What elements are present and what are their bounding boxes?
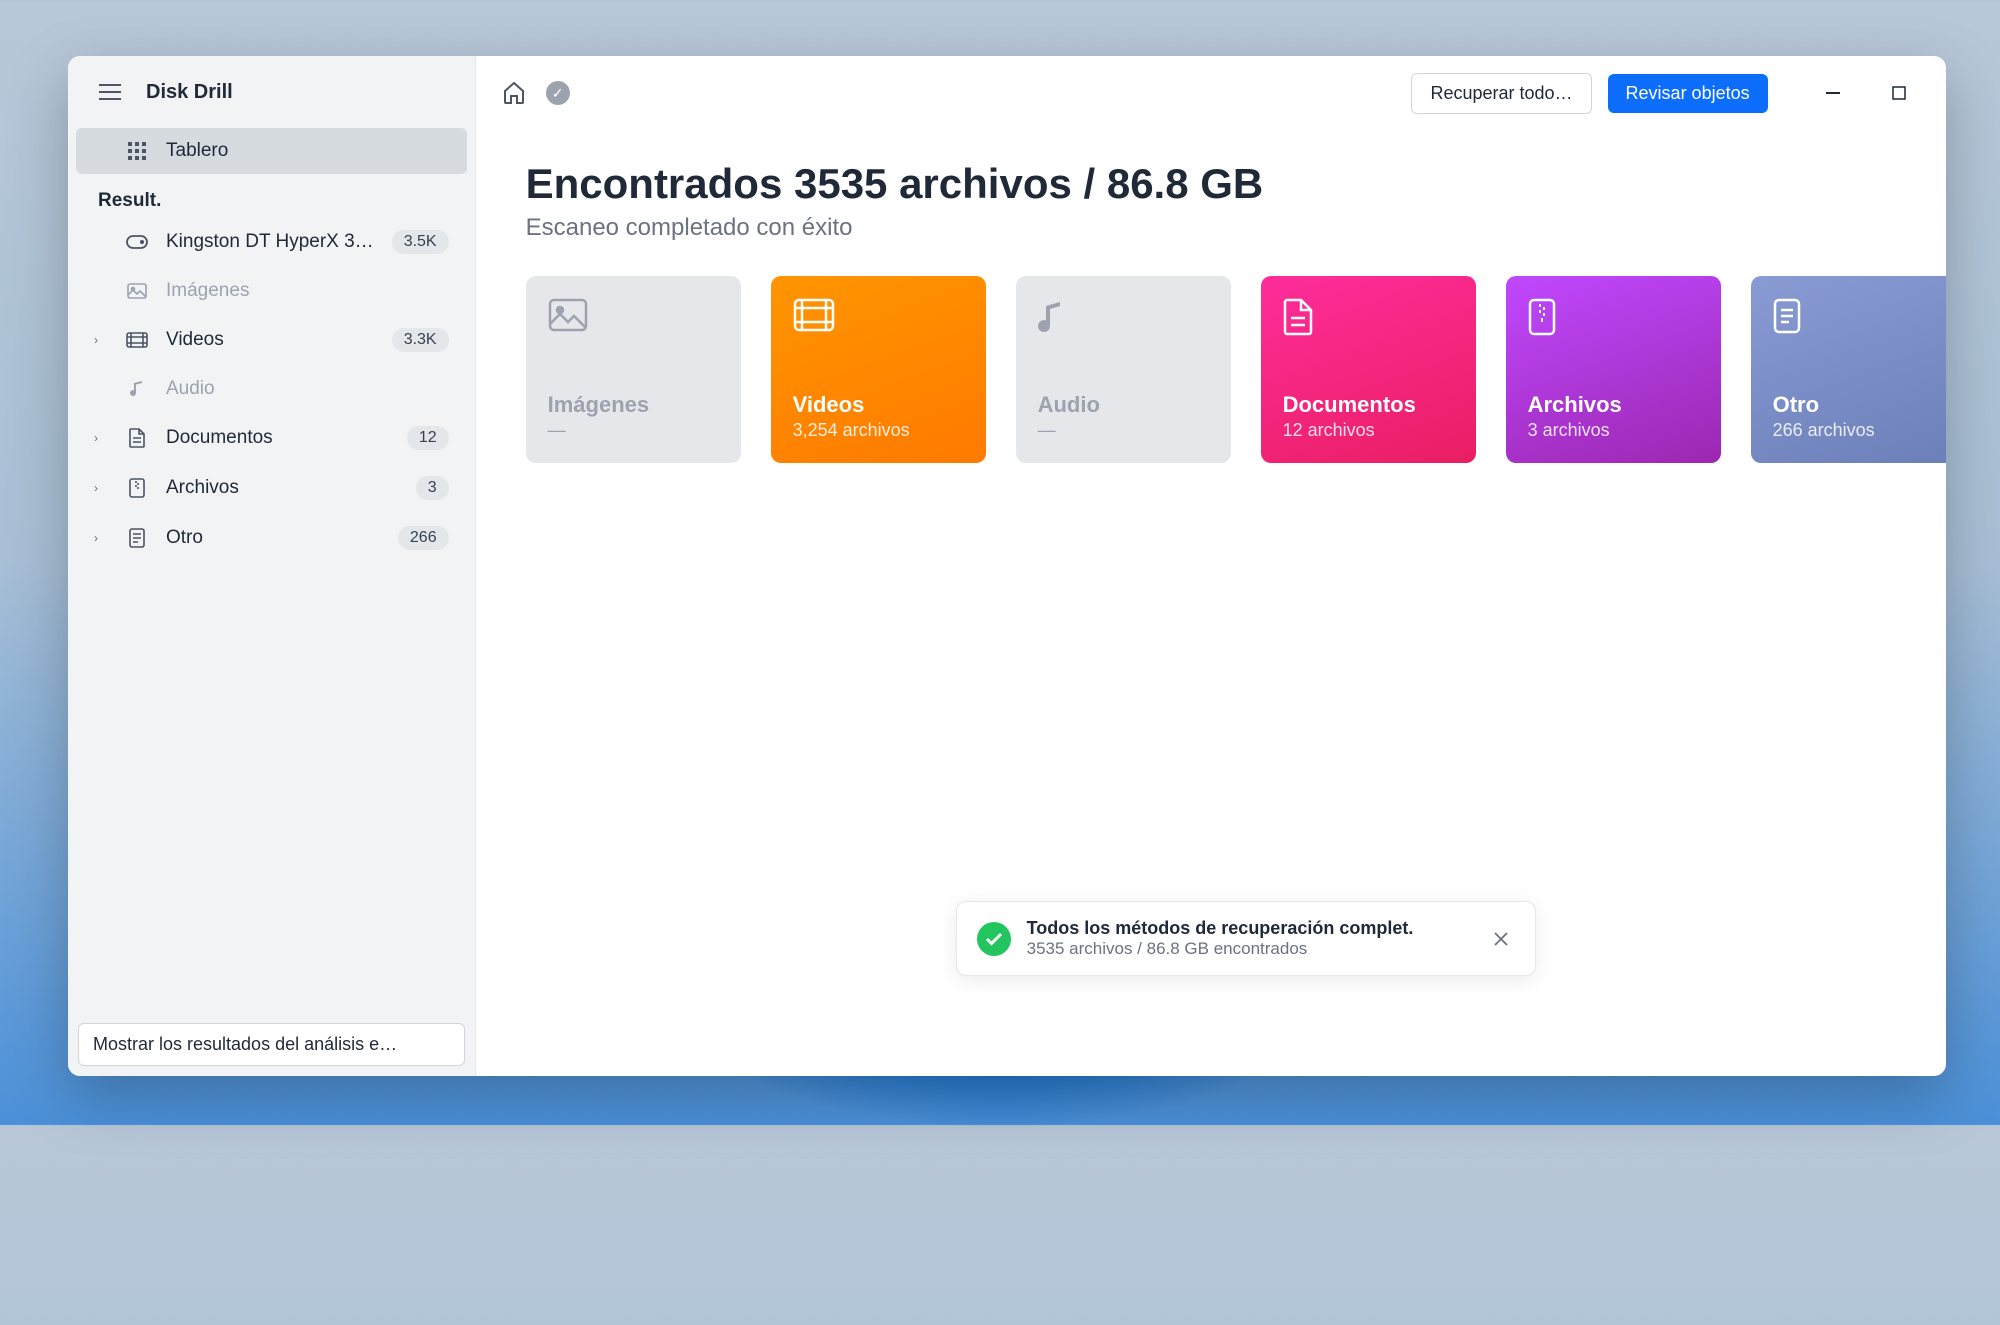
window-controls — [1804, 72, 1946, 114]
sidebar-item-documentos[interactable]: › Documentos 12 — [76, 414, 467, 462]
sidebar-section-label: Result. — [76, 176, 467, 218]
sidebar-item-count: 3.3K — [392, 328, 449, 352]
sidebar-item-count: 3 — [416, 476, 449, 500]
minimize-icon — [1826, 92, 1840, 94]
maximize-icon — [1892, 86, 1906, 100]
sidebar-item-tablero[interactable]: Tablero — [76, 128, 467, 174]
main-content: ✓ Recuperar todo… Revisar objetos Encont… — [476, 56, 1946, 1076]
sidebar-item-otro[interactable]: › Otro 266 — [76, 514, 467, 562]
content-area: Encontrados 3535 archivos / 86.8 GB Esca… — [476, 130, 1946, 493]
toast-close-button[interactable] — [1487, 925, 1515, 953]
sidebar-item-label: Otro — [166, 527, 380, 549]
document-icon — [1283, 298, 1323, 338]
close-button[interactable] — [1936, 72, 1946, 114]
home-button[interactable] — [498, 77, 530, 109]
toast-title: Todos los métodos de recuperación comple… — [1027, 918, 1471, 939]
topbar: ✓ Recuperar todo… Revisar objetos — [476, 56, 1946, 130]
card-title: Documentos — [1283, 392, 1454, 418]
video-icon — [126, 329, 148, 351]
sidebar-item-label: Tablero — [166, 140, 449, 162]
card-imagenes[interactable]: Imágenes — — [526, 276, 741, 463]
sidebar-item-label: Kingston DT HyperX 3… — [166, 231, 374, 253]
hamburger-menu-button[interactable] — [92, 74, 128, 110]
toast-notification: Todos los métodos de recuperación comple… — [956, 901, 1536, 976]
show-results-button[interactable]: Mostrar los resultados del análisis e… — [78, 1023, 465, 1066]
card-count: — — [548, 420, 719, 441]
sidebar-nav: Tablero Result. Kingston DT HyperX 3… 3.… — [68, 128, 475, 1013]
sidebar-item-label: Imágenes — [166, 280, 449, 302]
music-note-icon — [126, 378, 148, 400]
card-title: Audio — [1038, 392, 1209, 418]
sidebar-header: Disk Drill — [68, 56, 475, 128]
image-icon — [126, 280, 148, 302]
chevron-right-icon: › — [94, 431, 108, 445]
sidebar-item-label: Audio — [166, 378, 449, 400]
success-check-icon — [977, 922, 1011, 956]
sidebar-item-count: 266 — [398, 526, 449, 550]
card-title: Archivos — [1528, 392, 1699, 418]
card-otro[interactable]: Otro 266 archivos — [1751, 276, 1946, 463]
card-count: 12 archivos — [1283, 420, 1454, 441]
chevron-right-icon: › — [94, 481, 108, 495]
close-icon — [1493, 931, 1509, 947]
card-count: — — [1038, 420, 1209, 441]
drive-icon — [126, 231, 148, 253]
file-icon — [1773, 298, 1813, 338]
card-title: Imágenes — [548, 392, 719, 418]
sidebar-item-count: 12 — [407, 426, 449, 450]
card-archivos[interactable]: Archivos 3 archivos — [1506, 276, 1721, 463]
recover-all-button[interactable]: Recuperar todo… — [1411, 73, 1591, 114]
app-window: Disk Drill Tablero Result. Kingston DT H… — [68, 56, 1946, 1076]
sidebar-item-label: Videos — [166, 329, 374, 351]
card-count: 3,254 archivos — [793, 420, 964, 441]
sidebar-item-audio[interactable]: Audio — [76, 366, 467, 412]
toast-body: Todos los métodos de recuperación comple… — [1027, 918, 1471, 959]
grid-icon — [126, 140, 148, 162]
sidebar-item-label: Archivos — [166, 477, 398, 499]
sidebar-item-label: Documentos — [166, 427, 389, 449]
chevron-right-icon: › — [94, 333, 108, 347]
category-cards: Imágenes — Videos 3,254 archivos Audio — — [526, 276, 1946, 463]
chevron-right-icon: › — [94, 531, 108, 545]
card-documentos[interactable]: Documentos 12 archivos — [1261, 276, 1476, 463]
app-title: Disk Drill — [146, 81, 233, 104]
sidebar-item-count: 3.5K — [392, 230, 449, 254]
card-videos[interactable]: Videos 3,254 archivos — [771, 276, 986, 463]
sidebar-item-archivos[interactable]: › Archivos 3 — [76, 464, 467, 512]
minimize-button[interactable] — [1804, 72, 1862, 114]
archive-icon — [126, 477, 148, 499]
sidebar-item-drive[interactable]: Kingston DT HyperX 3… 3.5K — [76, 218, 467, 266]
image-icon — [548, 298, 588, 338]
card-title: Videos — [793, 392, 964, 418]
file-icon — [126, 527, 148, 549]
archive-icon — [1528, 298, 1568, 338]
status-check-icon: ✓ — [546, 81, 570, 105]
sidebar: Disk Drill Tablero Result. Kingston DT H… — [68, 56, 476, 1076]
sidebar-item-videos[interactable]: › Videos 3.3K — [76, 316, 467, 364]
card-count: 266 archivos — [1773, 420, 1944, 441]
results-subtitle: Escaneo completado con éxito — [526, 214, 1946, 242]
card-count: 3 archivos — [1528, 420, 1699, 441]
card-audio[interactable]: Audio — — [1016, 276, 1231, 463]
review-objects-button[interactable]: Revisar objetos — [1608, 74, 1768, 113]
video-icon — [793, 298, 833, 338]
sidebar-item-imagenes[interactable]: Imágenes — [76, 268, 467, 314]
home-icon — [502, 82, 526, 104]
sidebar-footer: Mostrar los resultados del análisis e… — [68, 1013, 475, 1076]
results-heading: Encontrados 3535 archivos / 86.8 GB — [526, 160, 1946, 208]
music-note-icon — [1038, 298, 1078, 338]
menu-icon — [99, 84, 121, 100]
toast-subtitle: 3535 archivos / 86.8 GB encontrados — [1027, 939, 1471, 959]
document-icon — [126, 427, 148, 449]
card-title: Otro — [1773, 392, 1944, 418]
maximize-button[interactable] — [1870, 72, 1928, 114]
